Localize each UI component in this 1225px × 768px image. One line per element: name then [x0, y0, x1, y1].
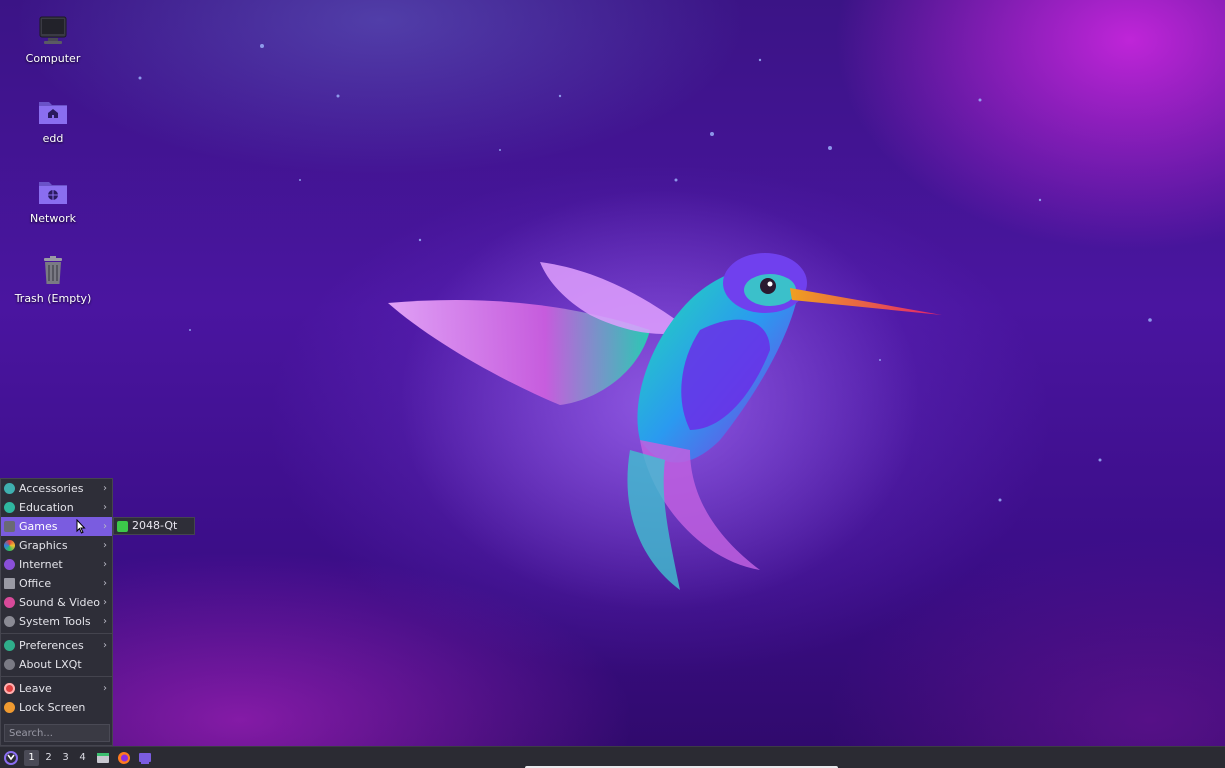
leave-icon	[4, 683, 15, 694]
menu-item-lock-screen[interactable]: Lock Screen	[1, 698, 112, 717]
internet-icon	[4, 559, 15, 570]
desktop-switcher-2[interactable]: 2	[41, 750, 56, 766]
sound-video-icon	[4, 597, 15, 608]
menu-item-label: System Tools	[19, 615, 91, 628]
trash-icon	[44, 256, 62, 284]
file-manager-launcher[interactable]	[95, 750, 111, 766]
chevron-right-icon: ›	[103, 559, 107, 570]
menu-item-label: Leave	[19, 682, 52, 695]
desktop-switcher-3[interactable]: 3	[58, 750, 73, 766]
network-folder-icon	[39, 182, 67, 204]
2048-qt-icon	[117, 521, 128, 532]
education-icon	[4, 502, 15, 513]
taskbar: 1 2 3 4	[0, 746, 1225, 768]
accessories-icon	[4, 483, 15, 494]
hummingbird-artwork	[138, 44, 1152, 610]
lock-screen-icon	[4, 702, 15, 713]
desktop-switcher-1[interactable]: 1	[24, 750, 39, 766]
menu-item-office[interactable]: Office ›	[1, 574, 112, 593]
preferences-icon	[4, 640, 15, 651]
desktop-wallpaper	[0, 0, 1225, 768]
chevron-right-icon: ›	[103, 578, 107, 589]
desktop-icon-label: Network	[30, 212, 76, 225]
menu-separator	[1, 633, 112, 634]
home-folder-icon	[39, 102, 67, 124]
menu-search-input[interactable]	[4, 724, 110, 742]
menu-item-label: Lock Screen	[19, 701, 86, 714]
menu-item-graphics[interactable]: Graphics ›	[1, 536, 112, 555]
computer-icon	[39, 16, 67, 44]
desktop-switcher-4[interactable]: 4	[75, 750, 90, 766]
menu-item-sound-video[interactable]: Sound & Video ›	[1, 593, 112, 612]
desktop-icon-label: Trash (Empty)	[14, 292, 92, 305]
terminal-launcher[interactable]	[137, 750, 153, 766]
terminal-icon	[139, 753, 151, 764]
menu-item-label: Internet	[19, 558, 63, 571]
chevron-right-icon: ›	[103, 483, 107, 494]
menu-item-label: 2048-Qt	[132, 519, 178, 532]
menu-item-label: Education	[19, 501, 74, 514]
menu-item-label: About LXQt	[19, 658, 82, 671]
menu-item-about-lxqt[interactable]: About LXQt	[1, 655, 112, 674]
file-manager-icon	[97, 753, 109, 763]
chevron-right-icon: ›	[103, 597, 107, 608]
menu-item-label: Accessories	[19, 482, 84, 495]
main-menu-button[interactable]	[3, 750, 19, 766]
chevron-right-icon: ›	[103, 521, 107, 532]
chevron-right-icon: ›	[103, 540, 107, 551]
about-icon	[4, 659, 15, 670]
desktop-icon-computer[interactable]: Computer	[8, 14, 98, 65]
chevron-right-icon: ›	[103, 683, 107, 694]
desktop-icon-trash[interactable]: Trash (Empty)	[8, 254, 98, 305]
desktop-icon-label: Computer	[25, 52, 81, 65]
system-tools-icon	[4, 616, 15, 627]
menu-item-label: Games	[19, 520, 58, 533]
office-icon	[4, 578, 15, 589]
desktop-icon-label: edd	[42, 132, 64, 145]
menu-item-education[interactable]: Education ›	[1, 498, 112, 517]
lxqt-logo-icon	[4, 751, 18, 765]
games-icon	[4, 521, 15, 532]
start-menu: Accessories › Education › Games › Graphi…	[0, 478, 113, 746]
menu-item-label: Office	[19, 577, 52, 590]
mouse-cursor-icon	[76, 519, 86, 534]
chevron-right-icon: ›	[103, 616, 107, 627]
desktop-icon-network[interactable]: Network	[8, 174, 98, 225]
menu-item-games[interactable]: Games ›	[1, 517, 112, 536]
desktop-icon-home[interactable]: edd	[8, 94, 98, 145]
menu-item-label: Graphics	[19, 539, 68, 552]
chevron-right-icon: ›	[103, 502, 107, 513]
menu-item-leave[interactable]: Leave ›	[1, 679, 112, 698]
menu-item-internet[interactable]: Internet ›	[1, 555, 112, 574]
menu-item-2048-qt[interactable]: 2048-Qt	[114, 518, 194, 534]
games-submenu: 2048-Qt	[113, 517, 195, 535]
menu-item-system-tools[interactable]: System Tools ›	[1, 612, 112, 631]
menu-item-accessories[interactable]: Accessories ›	[1, 479, 112, 498]
menu-item-preferences[interactable]: Preferences ›	[1, 636, 112, 655]
graphics-icon	[4, 540, 15, 551]
menu-item-label: Sound & Video	[19, 596, 101, 609]
firefox-launcher[interactable]	[116, 750, 132, 766]
firefox-icon	[118, 752, 130, 764]
menu-item-label: Preferences	[19, 639, 84, 652]
chevron-right-icon: ›	[103, 640, 107, 651]
menu-separator	[1, 676, 112, 677]
